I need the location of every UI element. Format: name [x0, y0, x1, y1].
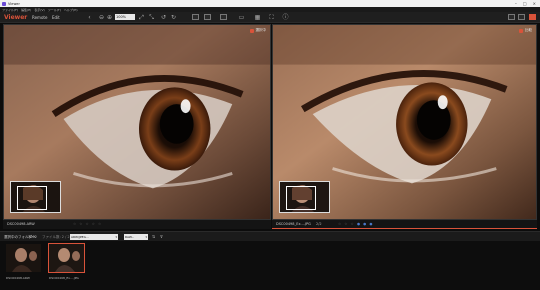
filter-icon[interactable]: ⊽: [158, 233, 165, 240]
rotate-right-icon[interactable]: ↻: [170, 14, 177, 21]
viewer-pane-left[interactable]: 選択中: [3, 24, 271, 220]
display-icon[interactable]: ▭: [238, 14, 245, 21]
filmstrip-thumb-2[interactable]: [48, 243, 85, 273]
maximize-icon[interactable]: □: [523, 1, 527, 6]
navigator-thumbnail-right[interactable]: [279, 181, 330, 213]
rotate-left-icon[interactable]: ↺: [160, 14, 167, 21]
folder-count: 3002: [28, 235, 37, 239]
menu-tools[interactable]: ツール(T): [48, 8, 61, 12]
type-filter-value: RAW...: [125, 235, 135, 239]
sort-icon[interactable]: ⇅: [150, 233, 157, 240]
info-icon[interactable]: ⓘ: [282, 14, 289, 21]
format-filter-value: ARW/JPEG...: [71, 235, 89, 239]
type-filter-dropdown[interactable]: RAW... ▾: [124, 234, 148, 240]
filename-right: DSC00498_Ex....JPG: [276, 222, 311, 226]
compare-layout-icon[interactable]: [192, 14, 199, 20]
file-count: ファイル数: 2 / 2: [42, 235, 70, 239]
menu-view[interactable]: 表示(V): [34, 8, 44, 12]
actual-size-icon[interactable]: ⤡: [148, 14, 155, 21]
single-view-icon[interactable]: [529, 14, 536, 20]
filmstrip-name-1: DSC00498.ARW: [6, 276, 30, 280]
close-icon[interactable]: ×: [533, 1, 536, 6]
selected-tag: 選択中: [249, 28, 267, 33]
app-icon: [2, 1, 6, 6]
filmstrip-name-2: DSC00498_Ex....JPG: [49, 276, 79, 280]
filmstrip: DSC00498.ARW DSC00498_Ex....JPG: [0, 241, 540, 290]
window-titlebar: Viewer – □ ×: [0, 0, 540, 7]
list-view-icon[interactable]: [508, 14, 515, 20]
fullscreen-icon[interactable]: ⛶: [268, 14, 275, 21]
thumb-image-2: [49, 244, 84, 272]
image-count: 2/2: [315, 222, 322, 226]
navigator-thumbnail-left[interactable]: [10, 181, 61, 213]
minimize-icon[interactable]: –: [515, 1, 517, 6]
compare-dot-icon: [519, 28, 523, 33]
viewer-logo[interactable]: Viewer: [4, 14, 27, 21]
tab-edit[interactable]: Edit: [52, 15, 60, 20]
menu-file[interactable]: ファイル(F): [2, 8, 18, 12]
tab-remote[interactable]: Remote: [32, 15, 47, 20]
window-title: Viewer: [8, 1, 20, 6]
zoom-in-icon[interactable]: ⊕: [106, 14, 113, 21]
thumbnail-view-icon[interactable]: [518, 14, 525, 20]
split-view-icon[interactable]: [220, 14, 227, 20]
chevron-down-icon: ▾: [145, 235, 147, 239]
thumb-image-1: [6, 244, 41, 272]
zoom-level-field[interactable]: 100%: [115, 14, 135, 20]
status-row-right: DSC00498_Ex....JPG 2/2 ☆ ☆ ☆ ☆ ☆ ● ● ●: [272, 220, 537, 229]
status-row-left: DSC00498.ARW ☆ ☆ ☆ ☆ ☆: [3, 220, 271, 229]
back-icon[interactable]: ‹: [86, 14, 93, 21]
menu-help[interactable]: ヘルプ(H): [64, 8, 78, 12]
navigator-frame-right[interactable]: [286, 186, 316, 210]
selected-tag-label: 選択中: [255, 28, 267, 32]
zoom-out-icon[interactable]: ⊖: [98, 14, 105, 21]
filmstrip-thumb-1[interactable]: [6, 244, 41, 272]
fit-screen-icon[interactable]: ⤢: [138, 14, 145, 21]
filename-left: DSC00498.ARW: [7, 222, 35, 226]
filter-bar: 選択中のフォルダー 3002 ファイル数: 2 / 2 ARW/JPEG... …: [0, 231, 540, 241]
menu-edit[interactable]: 編集(E): [21, 8, 31, 12]
label-marks[interactable]: ● ● ●: [357, 220, 373, 229]
rating-stars-left[interactable]: ☆ ☆ ☆ ☆ ☆: [73, 220, 102, 229]
compare-tag: 比較: [519, 28, 532, 33]
chevron-down-icon: ▾: [115, 235, 117, 239]
navigator-frame[interactable]: [17, 186, 47, 210]
selected-dot-icon: [249, 28, 254, 33]
toolbar: Viewer Remote Edit ‹ ⊖ ⊕ 100% ⤢ ⤡ ↺ ↻ ▭ …: [0, 12, 540, 23]
viewer-pane-right[interactable]: 比較: [272, 24, 537, 220]
compare-tag-label: 比較: [525, 28, 532, 32]
overlay-icon[interactable]: ▦: [254, 14, 261, 21]
format-filter-dropdown[interactable]: ARW/JPEG... ▾: [70, 234, 118, 240]
grid-layout-icon[interactable]: [204, 14, 211, 20]
